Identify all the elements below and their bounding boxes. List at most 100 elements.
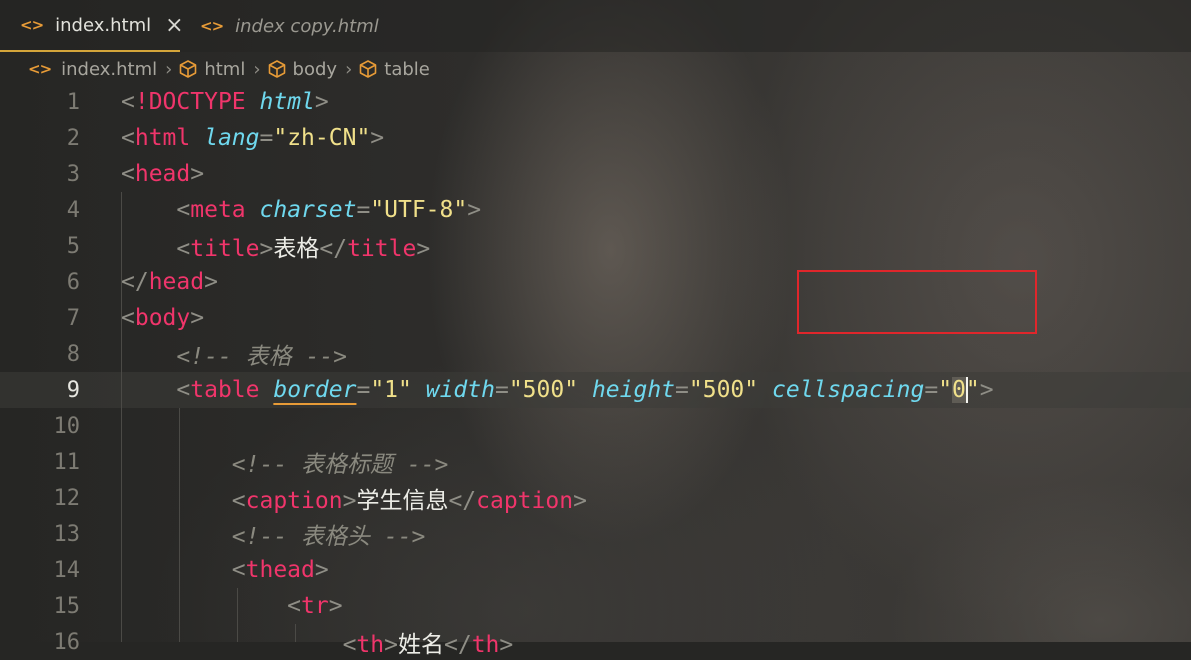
token: th xyxy=(471,632,500,658)
annotation-highlight-box xyxy=(797,270,1037,334)
line-number: 4 xyxy=(66,197,80,223)
code-line-current[interactable]: 9 <table border="1" width="500" height="… xyxy=(0,372,1191,408)
token: table xyxy=(190,376,260,403)
code-file-icon: <> xyxy=(20,16,44,34)
token: body xyxy=(134,305,191,331)
code-line[interactable]: 2 <html lang="zh-CN"> xyxy=(0,120,1191,156)
line-number: 14 xyxy=(53,557,81,583)
code-file-icon: <> xyxy=(28,60,52,78)
token: 0 xyxy=(952,376,966,403)
cube-icon xyxy=(268,60,285,78)
token: 姓名 xyxy=(397,632,444,658)
line-number: 12 xyxy=(53,485,81,511)
token: width xyxy=(425,376,495,403)
chevron-right-icon: › xyxy=(165,58,173,80)
line-number: 1 xyxy=(66,89,80,115)
token: html xyxy=(134,125,191,151)
indent-guide xyxy=(295,624,296,642)
token: cellspacing xyxy=(772,376,925,403)
code-line[interactable]: 5 <title>表格</title> xyxy=(0,228,1191,264)
code-text: <html lang="zh-CN"> xyxy=(121,125,385,151)
line-number: 6 xyxy=(66,269,80,295)
line-number: 3 xyxy=(66,161,80,187)
token: caption xyxy=(245,488,343,514)
token: th xyxy=(356,632,385,658)
tab-label: index copy.html xyxy=(235,15,379,37)
code-text: <!DOCTYPE html> xyxy=(121,89,329,115)
token: lang xyxy=(204,125,260,151)
comment: <!-- 表格标题 --> xyxy=(231,452,449,478)
breadcrumb-label: index.html xyxy=(61,58,158,80)
token: "500" xyxy=(688,376,759,403)
chevron-right-icon: › xyxy=(345,58,353,80)
line-number: 5 xyxy=(66,233,80,259)
token: thead xyxy=(245,557,315,583)
cube-icon xyxy=(180,60,197,78)
breadcrumb-label: body xyxy=(292,58,338,80)
code-text: </head> xyxy=(121,269,218,295)
line-number: 2 xyxy=(66,125,80,151)
token: " xyxy=(938,376,953,403)
cube-icon xyxy=(359,60,377,78)
code-text: <body> xyxy=(121,305,205,331)
code-file-icon: <> xyxy=(200,17,224,35)
token: 学生信息 xyxy=(356,488,449,514)
breadcrumb-label: html xyxy=(204,58,246,80)
code-line[interactable]: 1 <!DOCTYPE html> xyxy=(0,84,1191,120)
code-line[interactable]: 3 <head> xyxy=(0,156,1191,192)
code-text: <table border="1" width="500" height="50… xyxy=(176,376,994,404)
token: "zh-CN" xyxy=(273,125,371,151)
token: "1" xyxy=(370,376,412,403)
line-number: 10 xyxy=(53,413,81,439)
comment: <!-- 表格头 --> xyxy=(231,524,426,550)
token: 表格 xyxy=(273,236,320,262)
tab-bar: <> index.html × <> index copy.html xyxy=(0,0,1191,52)
token: "500" xyxy=(508,376,579,403)
breadcrumb-item-table[interactable]: table xyxy=(358,59,430,80)
token: title xyxy=(190,236,260,262)
code-text: <caption>学生信息</caption> xyxy=(231,488,587,514)
code-text: <tr> xyxy=(287,593,343,619)
tab-label: index.html xyxy=(55,14,152,36)
token: height xyxy=(591,376,676,403)
indent-guide xyxy=(179,408,180,642)
breadcrumb-label: table xyxy=(384,58,430,80)
comment: <!-- 表格 --> xyxy=(176,344,348,370)
token: border xyxy=(273,376,357,403)
breadcrumb-item-file[interactable]: index.html › xyxy=(61,59,178,80)
chevron-right-icon: › xyxy=(253,58,261,80)
breadcrumb-item-body[interactable]: body › xyxy=(267,59,359,80)
tab-index-copy-html[interactable]: <> index copy.html xyxy=(180,0,380,52)
line-number: 16 xyxy=(53,629,81,655)
code-text: <!-- 表格标题 --> xyxy=(121,445,449,479)
indent-guide xyxy=(237,588,238,642)
token: tr xyxy=(301,593,329,619)
line-number: 7 xyxy=(66,305,80,331)
token: html xyxy=(259,89,315,115)
code-line[interactable]: 8 <!-- 表格 --> xyxy=(0,336,1191,372)
code-text: <thead> xyxy=(231,557,329,583)
token: meta xyxy=(190,197,246,223)
breadcrumb-item-html[interactable]: html › xyxy=(178,59,266,80)
line-number: 9 xyxy=(66,377,80,403)
token: title xyxy=(347,236,417,262)
token: "UTF-8" xyxy=(370,197,468,223)
token: caption xyxy=(476,488,574,514)
token: head xyxy=(148,269,205,295)
tab-index-html[interactable]: <> index.html × xyxy=(0,0,184,52)
code-text: <!-- 表格 --> xyxy=(121,337,347,371)
token: " xyxy=(965,376,980,403)
code-line[interactable]: 4 <meta charset="UTF-8"> xyxy=(0,192,1191,228)
indent-guide xyxy=(121,336,122,642)
line-number: 13 xyxy=(53,521,81,547)
token: head xyxy=(134,161,191,187)
line-number: 11 xyxy=(53,449,81,475)
token: !DOCTYPE xyxy=(134,89,246,115)
token: charset xyxy=(259,197,357,223)
code-text: <!-- 表格头 --> xyxy=(121,517,426,551)
code-text: <meta charset="UTF-8"> xyxy=(176,197,482,223)
code-editor[interactable]: 1 <!DOCTYPE html> 2 <html lang="zh-CN"> … xyxy=(0,84,1191,658)
line-number: 15 xyxy=(53,593,81,619)
code-text: <head> xyxy=(121,161,205,187)
breadcrumb: <> index.html › html › body › table xyxy=(0,52,1191,86)
